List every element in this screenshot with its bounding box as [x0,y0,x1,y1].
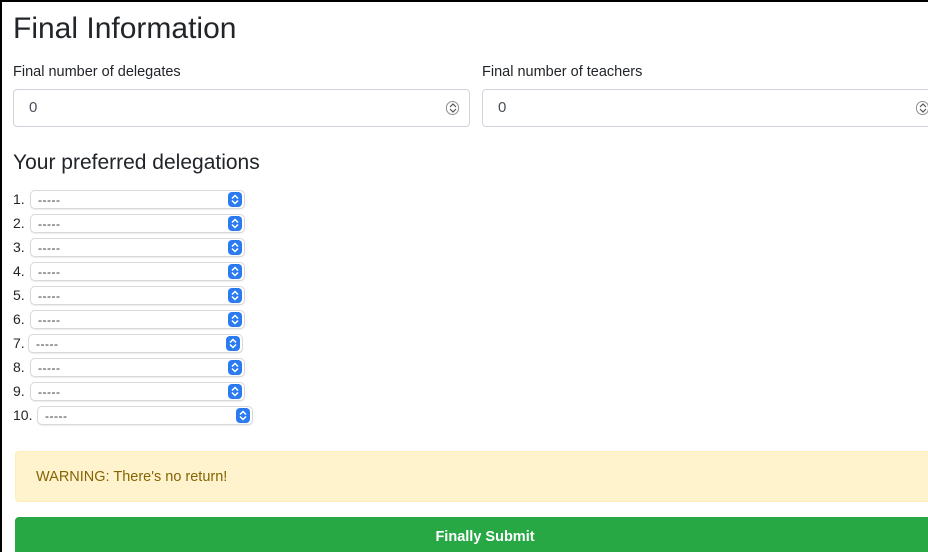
teachers-value: 0 [498,99,507,116]
section-title: Final Information [13,12,237,45]
preference-number: 6. [13,311,25,327]
delegation-select-value: ----- [38,361,61,375]
delegation-select-value: ----- [38,193,61,207]
delegation-select[interactable]: ----- [37,406,253,425]
finally-submit-button[interactable]: Finally Submit [15,517,928,552]
chevron-updown-icon[interactable] [228,360,242,375]
chevron-updown-icon[interactable] [228,240,242,255]
delegation-select-value: ----- [38,217,61,231]
delegation-select-value: ----- [38,265,61,279]
chevron-updown-icon[interactable] [226,336,240,351]
delegation-select-value: ----- [38,385,61,399]
number-spinner-icon[interactable] [916,101,928,115]
delegation-select[interactable]: ----- [30,238,245,257]
delegation-select[interactable]: ----- [30,310,245,329]
delegation-select[interactable]: ----- [30,214,245,233]
preference-number: 1. [13,191,25,207]
delegation-select-value: ----- [38,313,61,327]
page-frame: Final Information Final number of delega… [0,0,928,552]
delegation-select-value: ----- [45,409,68,423]
delegation-select-value: ----- [38,289,61,303]
chevron-updown-icon[interactable] [228,312,242,327]
chevron-updown-icon[interactable] [228,216,242,231]
number-spinner-icon[interactable] [446,101,459,115]
delegation-select-value: ----- [36,337,59,351]
delegation-select[interactable]: ----- [28,334,243,353]
delegation-select-value: ----- [38,241,61,255]
preference-number: 9. [13,383,25,399]
preference-number: 3. [13,239,25,255]
delegation-select[interactable]: ----- [30,358,245,377]
warning-alert: WARNING: There's no return! [15,451,928,502]
teachers-number-input[interactable]: 0 [482,89,928,127]
delegates-number-input[interactable]: 0 [13,89,470,127]
preference-number: 4. [13,263,25,279]
delegation-select[interactable]: ----- [30,190,245,209]
preference-number: 10. [13,407,33,423]
preference-number: 7. [13,335,25,351]
preferences-title: Your preferred delegations [13,151,260,174]
chevron-updown-icon[interactable] [228,288,242,303]
chevron-updown-icon[interactable] [228,192,242,207]
preference-number: 8. [13,359,25,375]
delegates-label: Final number of delegates [13,64,181,80]
preference-number: 2. [13,215,25,231]
chevron-updown-icon[interactable] [228,264,242,279]
delegates-value: 0 [29,99,38,116]
delegation-select[interactable]: ----- [30,286,245,305]
chevron-updown-icon[interactable] [228,384,242,399]
preference-number: 5. [13,287,25,303]
delegation-select[interactable]: ----- [30,382,245,401]
chevron-updown-icon[interactable] [236,408,250,423]
delegation-select[interactable]: ----- [30,262,245,281]
teachers-label: Final number of teachers [482,64,643,80]
